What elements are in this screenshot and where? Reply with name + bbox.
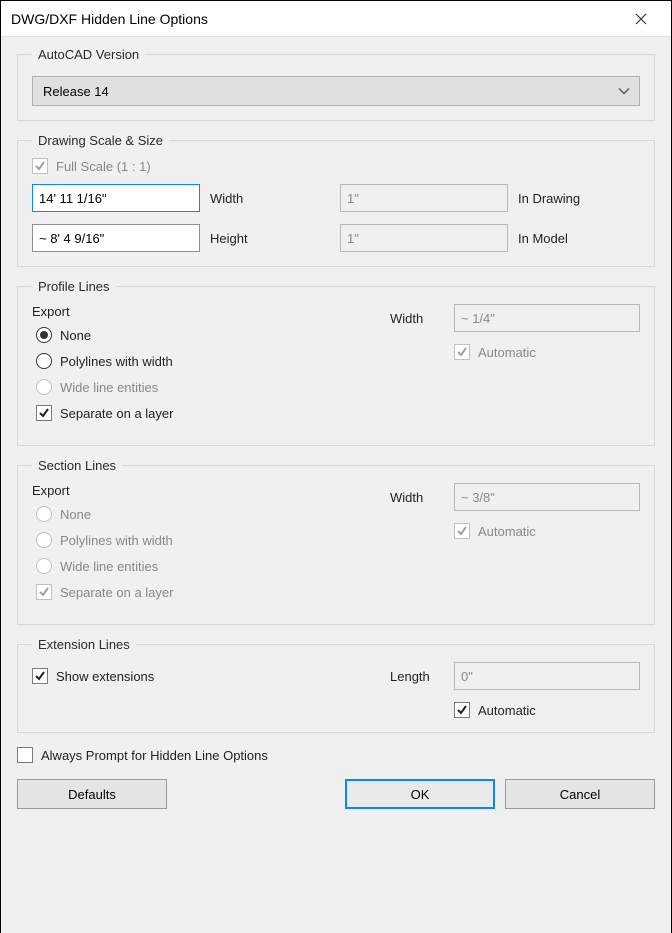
full-scale-checkbox bbox=[32, 158, 48, 174]
ok-button[interactable]: OK bbox=[345, 779, 495, 809]
close-icon bbox=[635, 13, 647, 25]
ext-automatic-checkbox[interactable] bbox=[454, 702, 470, 718]
show-extensions-checkbox[interactable] bbox=[32, 668, 48, 684]
profile-width-label: Width bbox=[390, 311, 442, 326]
profile-legend: Profile Lines bbox=[32, 279, 116, 294]
dialog-content: AutoCAD Version Release 14 Drawing Scale… bbox=[1, 37, 671, 933]
profile-width-input: ~ 1/4" bbox=[454, 304, 640, 332]
height-input[interactable]: ~ 8' 4 9/16" bbox=[32, 224, 200, 252]
profile-lines-group: Profile Lines Export None Polylines with… bbox=[17, 279, 655, 446]
titlebar: DWG/DXF Hidden Line Options bbox=[1, 1, 671, 37]
autocad-version-value: Release 14 bbox=[43, 84, 109, 99]
section-wideline-radio bbox=[36, 558, 52, 574]
section-export-label: Export bbox=[32, 483, 390, 498]
ext-legend: Extension Lines bbox=[32, 637, 136, 652]
ext-length-label: Length bbox=[390, 669, 442, 684]
always-prompt-checkbox[interactable] bbox=[17, 747, 33, 763]
always-prompt-label: Always Prompt for Hidden Line Options bbox=[41, 748, 268, 763]
drawing-scale-group: Drawing Scale & Size Full Scale (1 : 1) … bbox=[17, 133, 655, 267]
section-width-label: Width bbox=[390, 490, 442, 505]
section-legend: Section Lines bbox=[32, 458, 122, 473]
height-label: Height bbox=[210, 231, 330, 246]
in-model-label: In Model bbox=[518, 231, 638, 246]
profile-export-label: Export bbox=[32, 304, 390, 319]
in-model-input: 1" bbox=[340, 224, 508, 252]
in-drawing-input: 1" bbox=[340, 184, 508, 212]
profile-automatic-checkbox bbox=[454, 344, 470, 360]
chevron-down-icon bbox=[618, 84, 630, 99]
profile-separate-checkbox[interactable] bbox=[36, 405, 52, 421]
autocad-legend: AutoCAD Version bbox=[32, 47, 145, 62]
section-automatic-checkbox bbox=[454, 523, 470, 539]
close-button[interactable] bbox=[621, 1, 661, 37]
ext-length-input: 0" bbox=[454, 662, 640, 690]
profile-polylines-radio[interactable] bbox=[36, 353, 52, 369]
autocad-version-select[interactable]: Release 14 bbox=[32, 76, 640, 106]
in-drawing-label: In Drawing bbox=[518, 191, 638, 206]
section-none-radio bbox=[36, 506, 52, 522]
profile-none-radio[interactable] bbox=[36, 327, 52, 343]
width-input[interactable]: 14' 11 1/16" bbox=[32, 184, 200, 212]
autocad-version-group: AutoCAD Version Release 14 bbox=[17, 47, 655, 121]
section-width-input: ~ 3/8" bbox=[454, 483, 640, 511]
cancel-button[interactable]: Cancel bbox=[505, 779, 655, 809]
profile-wideline-radio bbox=[36, 379, 52, 395]
section-polylines-radio bbox=[36, 532, 52, 548]
defaults-button[interactable]: Defaults bbox=[17, 779, 167, 809]
window-title: DWG/DXF Hidden Line Options bbox=[11, 11, 621, 27]
full-scale-label: Full Scale (1 : 1) bbox=[56, 159, 151, 174]
extension-lines-group: Extension Lines Show extensions Length 0… bbox=[17, 637, 655, 733]
section-lines-group: Section Lines Export None Polylines with… bbox=[17, 458, 655, 625]
section-separate-checkbox bbox=[36, 584, 52, 600]
scale-legend: Drawing Scale & Size bbox=[32, 133, 169, 148]
width-label: Width bbox=[210, 191, 330, 206]
